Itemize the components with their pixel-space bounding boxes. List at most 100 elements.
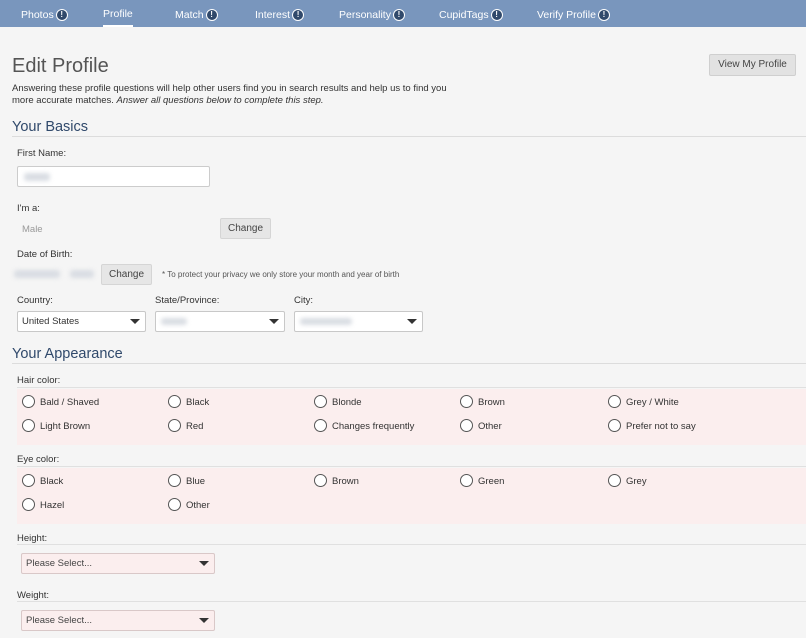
alert-badge-icon: ! (392, 9, 405, 21)
radio-circle-icon (608, 474, 621, 487)
intro-emphasis: Answer all questions below to complete t… (116, 95, 324, 106)
alert-badge-icon: ! (490, 9, 503, 21)
hair-color-options: Bald / Shaved Black Blonde Brown Grey / … (17, 389, 806, 445)
radio-circle-icon (460, 419, 473, 432)
redacted-value (24, 173, 50, 181)
hair-option[interactable]: Other (460, 419, 502, 435)
change-gender-button[interactable]: Change (220, 218, 271, 239)
gender-label: I'm a: (17, 203, 40, 214)
hair-option[interactable]: Red (168, 419, 203, 435)
change-dob-button[interactable]: Change (101, 264, 152, 285)
section-divider (12, 136, 806, 137)
tab-label: CupidTags (439, 9, 489, 21)
option-label: Light Brown (40, 421, 91, 432)
weight-select[interactable]: Please Select... (21, 610, 215, 631)
option-label: Other (186, 500, 210, 511)
hair-option[interactable]: Grey / White (608, 395, 679, 411)
tab-profile[interactable]: Profile (103, 0, 133, 27)
radio-circle-icon (168, 498, 181, 511)
option-label: Red (186, 421, 204, 432)
option-label: Black (40, 476, 64, 487)
eye-option[interactable]: Green (460, 474, 504, 490)
eye-option[interactable]: Black (22, 474, 63, 490)
hair-option[interactable]: Prefer not to say (608, 419, 696, 435)
tab-cupidtags[interactable]: CupidTags! (439, 0, 503, 27)
tab-photos[interactable]: Photos! (21, 0, 68, 27)
eye-color-options: Black Blue Brown Green Grey Hazel Other (17, 468, 806, 524)
weight-value: Please Select... (26, 615, 93, 626)
section-title-appearance: Your Appearance (12, 346, 123, 362)
radio-circle-icon (608, 395, 621, 408)
radio-circle-icon (168, 474, 181, 487)
redacted-city (300, 318, 352, 325)
height-value: Please Select... (26, 558, 93, 569)
height-select[interactable]: Please Select... (21, 553, 215, 574)
dob-privacy-note: * To protect your privacy we only store … (162, 270, 400, 279)
hair-option[interactable]: Blonde (314, 395, 362, 411)
alert-badge-icon: ! (292, 9, 305, 21)
radio-circle-icon (22, 474, 35, 487)
state-label: State/Province: (155, 295, 220, 306)
eye-option[interactable]: Brown (314, 474, 359, 490)
tab-match[interactable]: Match! (175, 0, 218, 27)
chevron-down-icon (269, 319, 279, 324)
radio-circle-icon (608, 419, 621, 432)
eye-option[interactable]: Other (168, 498, 210, 514)
radio-circle-icon (168, 395, 181, 408)
field-divider (17, 466, 806, 467)
option-label: Changes frequently (332, 421, 415, 432)
radio-circle-icon (22, 419, 35, 432)
section-title-basics: Your Basics (12, 119, 89, 135)
weight-label: Weight: (17, 590, 50, 601)
option-label: Prefer not to say (626, 421, 696, 432)
eye-color-label: Eye color: (17, 454, 60, 465)
chevron-down-icon (407, 319, 417, 324)
dob-label: Date of Birth: (17, 249, 73, 260)
alert-badge-icon: ! (205, 9, 218, 21)
chevron-down-icon (130, 319, 140, 324)
option-label: Brown (478, 397, 505, 408)
radio-circle-icon (168, 419, 181, 432)
city-label: City: (294, 295, 313, 306)
hair-option[interactable]: Black (168, 395, 209, 411)
city-select[interactable] (294, 311, 423, 332)
height-label: Height: (17, 533, 48, 544)
option-label: Bald / Shaved (40, 397, 100, 408)
option-label: Green (478, 476, 505, 487)
state-select[interactable] (155, 311, 285, 332)
option-label: Blue (186, 476, 206, 487)
tab-label: Match (175, 9, 204, 21)
tab-verify-profile[interactable]: Verify Profile! (537, 0, 610, 27)
alert-badge-icon: ! (597, 9, 610, 21)
option-label: Grey / White (626, 397, 679, 408)
gender-value: Male (22, 224, 43, 235)
eye-option[interactable]: Hazel (22, 498, 64, 514)
section-divider (12, 363, 806, 364)
country-label: Country: (17, 295, 53, 306)
first-name-input[interactable] (17, 166, 210, 187)
top-nav: Photos! Profile Match! Interest! Persona… (0, 0, 806, 27)
eye-option[interactable]: Grey (608, 474, 647, 490)
country-select[interactable]: United States (17, 311, 146, 332)
field-divider (17, 601, 806, 602)
redacted-state (161, 318, 187, 325)
radio-circle-icon (22, 395, 35, 408)
tab-label: Interest (255, 9, 291, 21)
hair-option[interactable]: Bald / Shaved (22, 395, 99, 411)
radio-circle-icon (314, 395, 327, 408)
hair-option[interactable]: Light Brown (22, 419, 90, 435)
first-name-label: First Name: (17, 148, 67, 159)
hair-option[interactable]: Brown (460, 395, 505, 411)
option-label: Hazel (40, 500, 65, 511)
eye-option[interactable]: Blue (168, 474, 205, 490)
redacted-dob-month (14, 270, 60, 278)
hair-option[interactable]: Changes frequently (314, 419, 414, 435)
field-divider (17, 387, 806, 388)
hair-color-label: Hair color: (17, 375, 61, 386)
chevron-down-icon (199, 561, 209, 566)
alert-badge-icon: ! (55, 9, 68, 21)
redacted-dob-year (70, 270, 94, 278)
tab-personality[interactable]: Personality! (339, 0, 405, 27)
tab-interest[interactable]: Interest! (255, 0, 305, 27)
view-my-profile-button[interactable]: View My Profile (709, 54, 796, 76)
